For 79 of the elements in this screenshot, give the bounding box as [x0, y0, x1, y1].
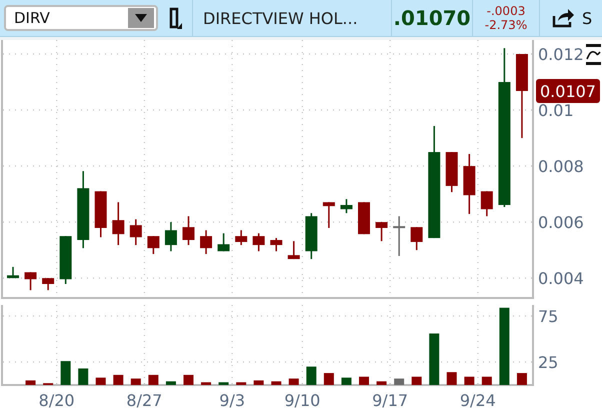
- percent-change: -2.73%: [484, 18, 528, 32]
- date-label: 9/17: [372, 391, 408, 410]
- link-icon[interactable]: [168, 7, 182, 29]
- last-price: .01070: [392, 6, 472, 30]
- axis-label: 0.01: [538, 101, 574, 120]
- candlestick: [270, 238, 282, 252]
- candlestick: [446, 152, 458, 192]
- volume-bar: [446, 372, 457, 385]
- candlestick: [24, 272, 37, 290]
- date-label: 9/3: [219, 391, 246, 410]
- candlestick: [358, 202, 370, 234]
- volume-bar: [96, 378, 106, 385]
- candlestick: [463, 154, 476, 214]
- volume-bar: [341, 378, 352, 385]
- volume-bar: [271, 381, 282, 385]
- volume-bar: [113, 374, 124, 385]
- candlestick: [393, 216, 406, 256]
- axis-label: 0.006: [538, 213, 584, 232]
- volume-bar: [236, 382, 246, 385]
- date-label: 8/20: [38, 391, 75, 410]
- date-label: 9/10: [284, 391, 320, 410]
- caret-icon: [135, 14, 147, 22]
- volume-bar: [201, 382, 212, 385]
- volume-bar: [166, 381, 176, 385]
- candlestick: [410, 227, 423, 250]
- company-name: DIRECTVIEW HOL...: [202, 8, 359, 28]
- volume-bar: [324, 373, 334, 385]
- volume-bar: [359, 376, 369, 385]
- volume-bar: [376, 381, 387, 385]
- candlestick: [322, 202, 335, 228]
- volume-bar: [516, 373, 527, 385]
- volume-bar: [394, 378, 404, 385]
- candlestick: [147, 236, 160, 254]
- volume-bar: [218, 382, 229, 385]
- volume-bar: [60, 361, 71, 385]
- candlestick: [288, 241, 300, 260]
- volume-bar: [26, 380, 36, 385]
- volume-bar: [412, 376, 422, 385]
- candlestick: [252, 233, 265, 252]
- axis-label: 75: [538, 307, 558, 326]
- candlestick: [376, 222, 388, 242]
- curve-lines-icon[interactable]: [586, 44, 601, 65]
- candlestick: [200, 230, 212, 254]
- toolbar-label: S: [582, 8, 592, 28]
- volume-bar: [184, 374, 194, 385]
- candlestick: [340, 199, 352, 214]
- symbol-field[interactable]: DIRV: [4, 5, 158, 31]
- candlestick: [94, 191, 107, 238]
- candlestick: [235, 230, 248, 246]
- axis-label: 0.008: [538, 157, 584, 176]
- candlestick: [112, 202, 124, 246]
- candlestick: [164, 222, 177, 252]
- candlestick: [60, 236, 72, 284]
- volume-bar: [288, 378, 299, 385]
- axis-label: 0.004: [538, 269, 584, 288]
- axis-label: 25: [538, 353, 558, 372]
- candlestick: [7, 266, 19, 278]
- price-change: -.0003: [486, 4, 526, 18]
- volume-bar: [130, 378, 141, 385]
- candlestick: [480, 191, 493, 216]
- volume-bar: [254, 380, 264, 385]
- volume-bar: [148, 374, 158, 385]
- share-icon[interactable]: [552, 8, 574, 28]
- candlestick: [305, 213, 318, 260]
- volume-bar: [464, 376, 474, 385]
- candlestick: [218, 233, 230, 252]
- axis-label: 0.012: [538, 45, 584, 64]
- candlestick: [182, 216, 194, 246]
- candlestick: [130, 219, 142, 246]
- candlestick: [42, 278, 54, 290]
- volume-bar: [482, 376, 492, 385]
- dropdown-button[interactable]: [128, 8, 154, 28]
- price-badge: 0.0107: [536, 78, 600, 103]
- symbol-text: DIRV: [14, 9, 50, 27]
- volume-bar: [306, 366, 316, 385]
- volume-bar: [78, 368, 88, 385]
- date-label: 8/27: [126, 391, 162, 410]
- volume-bar: [429, 334, 440, 385]
- date-label: 9/24: [460, 391, 496, 410]
